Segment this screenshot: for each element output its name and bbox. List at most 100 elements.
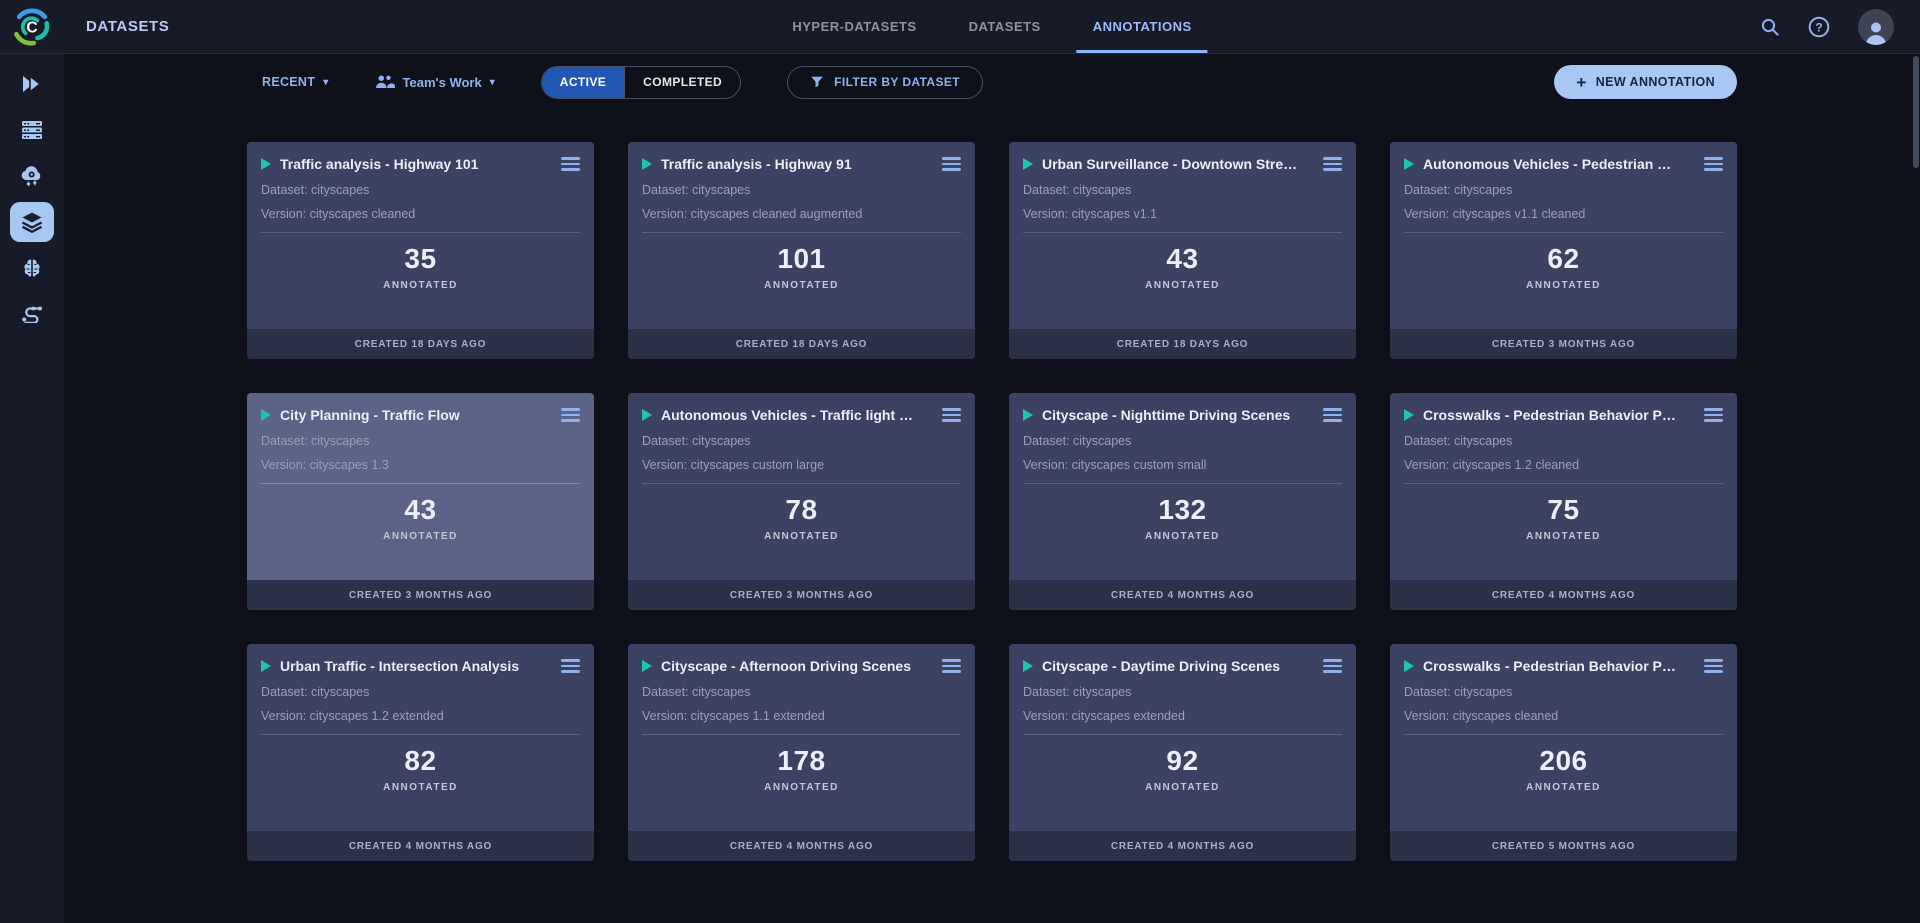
- card-divider: [1023, 232, 1342, 233]
- card-annotated-count: 78: [628, 494, 975, 526]
- card-annotated-count: 82: [247, 745, 594, 777]
- help-icon[interactable]: ?: [1808, 16, 1830, 38]
- card-dataset-line: Dataset: cityscapes: [1390, 434, 1737, 448]
- card-dataset-line: Dataset: cityscapes: [628, 434, 975, 448]
- play-icon: [1023, 409, 1033, 421]
- annotation-card[interactable]: City Planning - Traffic Flow Dataset: ci…: [247, 393, 594, 610]
- play-icon: [261, 409, 271, 421]
- card-dataset-line: Dataset: cityscapes: [247, 434, 594, 448]
- profile-avatar[interactable]: [1858, 9, 1894, 45]
- app-logo[interactable]: C: [0, 5, 64, 49]
- card-menu-icon[interactable]: [1323, 155, 1342, 173]
- card-menu-icon[interactable]: [1704, 406, 1723, 424]
- tab-hyper-datasets[interactable]: HYPER-DATASETS: [790, 0, 918, 53]
- card-version-line: Version: cityscapes 1.2 extended: [247, 709, 594, 723]
- card-annotated-label: ANNOTATED: [1009, 782, 1356, 793]
- funnel-icon: [810, 75, 824, 89]
- play-icon: [642, 158, 652, 170]
- card-annotated-count: 43: [247, 494, 594, 526]
- tab-annotations[interactable]: ANNOTATIONS: [1091, 0, 1194, 53]
- card-menu-icon[interactable]: [1323, 406, 1342, 424]
- card-title: Traffic analysis - Highway 91: [661, 156, 933, 172]
- card-dataset-line: Dataset: cityscapes: [628, 183, 975, 197]
- tab-datasets[interactable]: DATASETS: [967, 0, 1043, 53]
- search-icon[interactable]: [1760, 17, 1780, 37]
- card-annotated-count: 178: [628, 745, 975, 777]
- card-menu-icon[interactable]: [561, 155, 580, 173]
- play-icon: [1404, 660, 1414, 672]
- toolbar: RECENT ▾ Team's Work ▾ ACTIVE COMPLETED: [247, 62, 1737, 102]
- play-icon: [642, 660, 652, 672]
- filter-by-dataset-button[interactable]: FILTER BY DATASET: [787, 66, 983, 99]
- play-icon: [261, 660, 271, 672]
- annotation-card[interactable]: Crosswalks - Pedestrian Behavior P… Data…: [1390, 393, 1737, 610]
- card-created-label: CREATED 5 MONTHS AGO: [1390, 831, 1737, 861]
- annotation-card[interactable]: Traffic analysis - Highway 91 Dataset: c…: [628, 142, 975, 359]
- card-dataset-line: Dataset: cityscapes: [1009, 183, 1356, 197]
- annotation-card[interactable]: Urban Surveillance - Downtown Stre… Data…: [1009, 142, 1356, 359]
- card-menu-icon[interactable]: [1704, 155, 1723, 173]
- scrollbar-track[interactable]: [1912, 54, 1920, 923]
- card-annotated-count: 132: [1009, 494, 1356, 526]
- sidebar-item-orchestration[interactable]: [10, 156, 54, 196]
- card-menu-icon[interactable]: [561, 406, 580, 424]
- card-annotated-label: ANNOTATED: [628, 280, 975, 291]
- user-icon: [1863, 19, 1889, 45]
- card-annotated-label: ANNOTATED: [628, 782, 975, 793]
- team-dropdown[interactable]: Team's Work ▾: [375, 75, 495, 90]
- card-menu-icon[interactable]: [942, 657, 961, 675]
- sort-dropdown[interactable]: RECENT ▾: [262, 75, 329, 89]
- card-dataset-line: Dataset: cityscapes: [247, 685, 594, 699]
- card-menu-icon[interactable]: [942, 406, 961, 424]
- card-title: Cityscape - Daytime Driving Scenes: [1042, 658, 1314, 674]
- sidebar-item-pipelines[interactable]: [10, 294, 54, 334]
- card-title: City Planning - Traffic Flow: [280, 407, 552, 423]
- annotation-card[interactable]: Cityscape - Afternoon Driving Scenes Dat…: [628, 644, 975, 861]
- scrollbar-thumb[interactable]: [1913, 56, 1919, 168]
- annotation-card[interactable]: Autonomous Vehicles - Pedestrian … Datas…: [1390, 142, 1737, 359]
- sidebar-item-models[interactable]: [10, 248, 54, 288]
- card-created-label: CREATED 18 DAYS AGO: [1009, 329, 1356, 359]
- orchestration-icon: [20, 165, 44, 187]
- card-menu-icon[interactable]: [942, 155, 961, 173]
- chevron-down-icon: ▾: [323, 77, 328, 88]
- chevron-down-icon: ▾: [490, 77, 495, 88]
- card-divider: [261, 232, 580, 233]
- card-menu-icon[interactable]: [1323, 657, 1342, 675]
- pipelines-icon: [21, 305, 43, 323]
- card-divider: [261, 734, 580, 735]
- sort-label: RECENT: [262, 75, 315, 89]
- card-created-label: CREATED 4 MONTHS AGO: [247, 831, 594, 861]
- card-menu-icon[interactable]: [1704, 657, 1723, 675]
- annotation-card[interactable]: Cityscape - Daytime Driving Scenes Datas…: [1009, 644, 1356, 861]
- annotation-card[interactable]: Crosswalks - Pedestrian Behavior P… Data…: [1390, 644, 1737, 861]
- annotation-card[interactable]: Urban Traffic - Intersection Analysis Da…: [247, 644, 594, 861]
- play-icon: [1023, 158, 1033, 170]
- sidebar-item-datasets[interactable]: [10, 202, 54, 242]
- annotation-card[interactable]: Traffic analysis - Highway 101 Dataset: …: [247, 142, 594, 359]
- card-title: Autonomous Vehicles - Pedestrian …: [1423, 156, 1695, 172]
- annotation-card[interactable]: Autonomous Vehicles - Traffic light … Da…: [628, 393, 975, 610]
- models-brain-icon: [21, 258, 43, 278]
- card-menu-icon[interactable]: [561, 657, 580, 675]
- clearml-logo-icon: C: [10, 5, 54, 49]
- play-icon: [1404, 158, 1414, 170]
- card-version-line: Version: cityscapes v1.1: [1009, 207, 1356, 221]
- card-title: Autonomous Vehicles - Traffic light …: [661, 407, 933, 423]
- sidebar-item-workers[interactable]: [10, 110, 54, 150]
- card-created-label: CREATED 4 MONTHS AGO: [1009, 580, 1356, 610]
- card-version-line: Version: cityscapes 1.2 cleaned: [1390, 458, 1737, 472]
- sidebar-item-projects[interactable]: [10, 64, 54, 104]
- annotation-card[interactable]: Cityscape - Nighttime Driving Scenes Dat…: [1009, 393, 1356, 610]
- card-version-line: Version: cityscapes cleaned: [247, 207, 594, 221]
- new-annotation-button[interactable]: + NEW ANNOTATION: [1554, 65, 1737, 99]
- toggle-completed[interactable]: COMPLETED: [624, 67, 740, 98]
- toggle-active[interactable]: ACTIVE: [542, 67, 624, 98]
- new-annotation-label: NEW ANNOTATION: [1596, 75, 1715, 89]
- card-annotated-label: ANNOTATED: [628, 531, 975, 542]
- team-label: Team's Work: [403, 75, 482, 90]
- card-annotated-label: ANNOTATED: [247, 782, 594, 793]
- card-annotated-count: 43: [1009, 243, 1356, 275]
- projects-icon: [21, 75, 43, 93]
- datasets-layers-icon: [20, 210, 44, 234]
